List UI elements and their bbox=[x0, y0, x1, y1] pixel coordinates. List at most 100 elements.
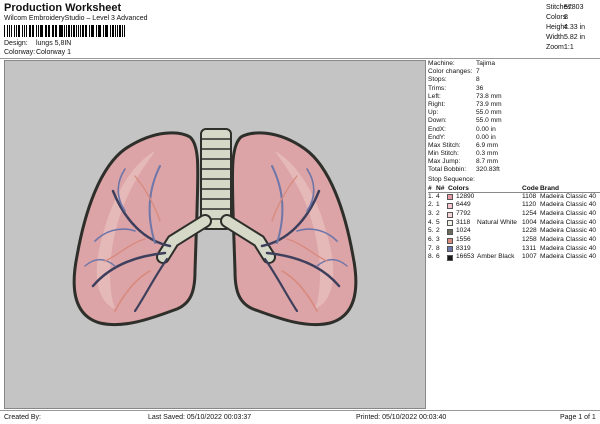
barcode-bar bbox=[85, 25, 87, 37]
software-subtitle: Wilcom EmbroideryStudio – Level 3 Advanc… bbox=[4, 15, 148, 22]
row-needle: 2 bbox=[436, 227, 440, 235]
info-value: 73.8 mm bbox=[476, 92, 502, 100]
color-swatch bbox=[447, 228, 453, 235]
row-code: 1004 bbox=[522, 218, 537, 226]
col-code: Code bbox=[522, 184, 539, 192]
barcode-bar bbox=[99, 25, 101, 37]
machine-info-row: Min Stitch: 0.3 mm bbox=[428, 150, 600, 158]
barcode-bar bbox=[82, 25, 85, 37]
row-stitches: 7792 bbox=[456, 210, 471, 217]
barcode-bar bbox=[55, 25, 57, 37]
row-color-name: Natural White bbox=[477, 218, 517, 226]
barcode-bar bbox=[7, 25, 9, 37]
barcode-bar bbox=[75, 25, 77, 37]
page-number: Page 1 of 1 bbox=[560, 414, 596, 421]
row-brand: Madeira Classic 40 bbox=[540, 218, 597, 226]
barcode-bar bbox=[36, 25, 37, 37]
barcode-bar bbox=[46, 25, 48, 37]
lungs-embroidery-image bbox=[72, 128, 358, 327]
machine-info-row: Max Stitch: 6.9 mm bbox=[428, 142, 600, 150]
info-value: 6.9 mm bbox=[476, 141, 498, 149]
stat-width: Width: 5.82 in bbox=[544, 33, 600, 43]
row-index: 1. bbox=[428, 192, 434, 200]
stat-stitches: Stitches: 57803 bbox=[544, 3, 600, 13]
row-stitches: 3118 bbox=[456, 218, 471, 226]
info-value: 320.83ft bbox=[476, 166, 500, 174]
info-label: Color changes: bbox=[428, 68, 473, 76]
info-label: EndX: bbox=[428, 125, 446, 133]
stop-sequence-row: 8. 6 16653 Amber Black 1007 Madeira Classic 4… bbox=[428, 253, 600, 262]
barcode-bar bbox=[104, 25, 106, 37]
barcode-bar bbox=[23, 25, 25, 37]
color-swatch bbox=[447, 202, 453, 209]
barcode-bar bbox=[40, 25, 43, 37]
row-stitches: 6449 bbox=[456, 201, 471, 209]
row-needle: 5 bbox=[436, 218, 440, 226]
info-label: Stops: bbox=[428, 76, 447, 84]
barcode-bar bbox=[88, 25, 90, 37]
barcode-bar bbox=[77, 25, 79, 37]
created-by: Created By: bbox=[4, 414, 41, 421]
color-swatch bbox=[447, 211, 453, 218]
info-value: 36 bbox=[476, 84, 484, 92]
design-value: lungs 5,8IN bbox=[35, 40, 72, 47]
barcode-bar bbox=[25, 25, 28, 37]
stop-sequence-row: 2. 1 6449 1120 Madeira Classic 40 bbox=[428, 201, 600, 210]
barcode-bar bbox=[33, 25, 35, 37]
barcode-bar bbox=[112, 25, 114, 37]
stat-value: 8 bbox=[564, 14, 568, 21]
worksheet-header: Production Worksheet Wilcom EmbroiderySt… bbox=[0, 0, 600, 58]
row-stitches: 1556 bbox=[456, 236, 471, 244]
info-label: Up: bbox=[428, 109, 439, 117]
design-label: Design: bbox=[4, 40, 28, 47]
machine-info-row: Right: 73.9 mm bbox=[428, 101, 600, 109]
barcode-bar bbox=[4, 25, 6, 37]
barcode-bar bbox=[48, 25, 50, 37]
barcode-bar bbox=[66, 25, 68, 37]
row-index: 6. bbox=[428, 236, 434, 244]
barcode-bar bbox=[29, 25, 31, 37]
info-label: Max Stitch: bbox=[428, 141, 461, 149]
colorway-value: Colorway 1 bbox=[35, 49, 71, 56]
info-value: 55.0 mm bbox=[476, 117, 502, 125]
row-code: 1258 bbox=[522, 236, 537, 244]
row-code: 1228 bbox=[522, 227, 537, 235]
stat-label: Zoom: bbox=[546, 44, 566, 51]
row-code: 1254 bbox=[522, 210, 537, 217]
machine-info-row: EndX: 0.00 in bbox=[428, 126, 600, 134]
machine-info-row: EndY: 0.00 in bbox=[428, 134, 600, 142]
page-title: Production Worksheet bbox=[4, 2, 122, 14]
row-color-name: Amber Black bbox=[477, 253, 515, 261]
row-needle: 8 bbox=[436, 244, 440, 252]
color-swatch bbox=[447, 246, 453, 253]
color-swatch bbox=[447, 194, 453, 201]
machine-info-row: Up: 55.0 mm bbox=[428, 109, 600, 117]
info-label: Machine: bbox=[428, 60, 455, 67]
row-brand: Madeira Classic 40 bbox=[540, 210, 597, 217]
row-brand: Madeira Classic 40 bbox=[540, 201, 597, 209]
barcode-bar bbox=[37, 25, 40, 37]
stop-sequence-row: 4. 5 3118 Natural White 1004 Madeira Classic … bbox=[428, 219, 600, 228]
machine-info-row: Total Bobbin: 320.83ft bbox=[428, 166, 600, 174]
col-index: # bbox=[428, 184, 432, 192]
machine-info-row: Stops: 8 bbox=[428, 76, 600, 84]
col-colors: Colors bbox=[448, 184, 469, 192]
barcode-bar bbox=[95, 25, 97, 37]
machine-info: Machine: Tajima Color changes: 7 Stops: 8 Trim… bbox=[428, 60, 600, 175]
color-swatch bbox=[447, 254, 453, 261]
barcode-bar bbox=[102, 25, 104, 37]
header-divider bbox=[0, 58, 600, 59]
barcode-bar bbox=[92, 25, 94, 37]
info-value: 73.9 mm bbox=[476, 100, 502, 108]
row-code: 1311 bbox=[522, 244, 537, 252]
barcode-bar bbox=[53, 25, 55, 37]
stat-value: 4.33 in bbox=[564, 24, 586, 31]
info-value: 55.0 mm bbox=[476, 109, 502, 117]
details-panel: Machine: Tajima Color changes: 7 Stops: 8 Trim… bbox=[428, 60, 600, 262]
row-brand: Madeira Classic 40 bbox=[540, 192, 597, 200]
machine-info-row: Color changes: 7 bbox=[428, 68, 600, 76]
barcode-bar bbox=[63, 25, 65, 37]
stop-sequence-row: 5. 2 1024 1228 Madeira Classic 40 bbox=[428, 227, 600, 236]
row-brand: Madeira Classic 40 bbox=[540, 253, 597, 261]
design-preview bbox=[4, 60, 426, 409]
